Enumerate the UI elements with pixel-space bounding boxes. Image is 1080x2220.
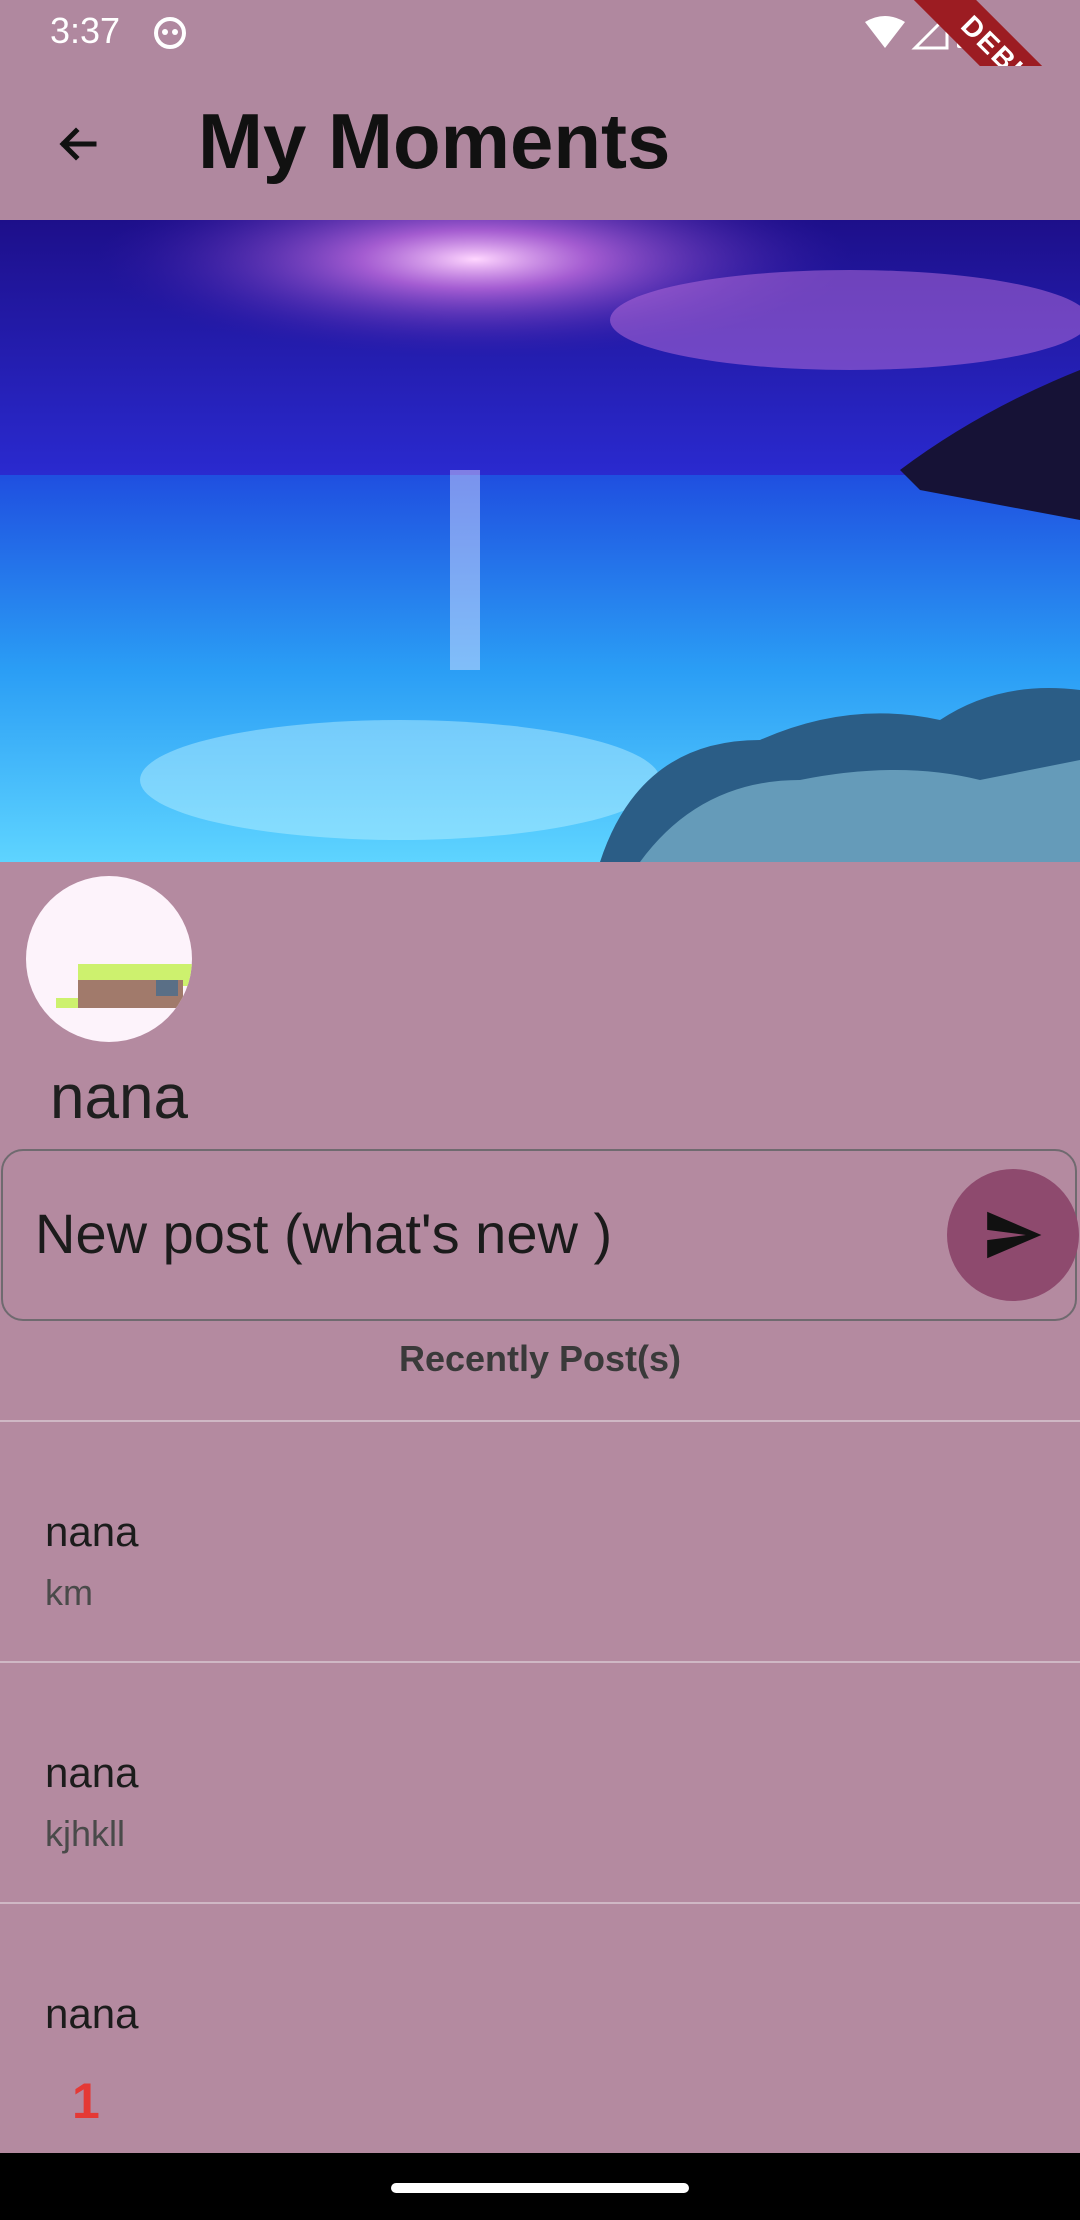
new-post-placeholder: New post (what's new ) bbox=[35, 1202, 613, 1265]
back-button[interactable] bbox=[48, 114, 108, 174]
system-nav-bar bbox=[0, 2153, 1080, 2220]
page-title: My Moments bbox=[198, 97, 671, 185]
post-body: kjhkll bbox=[45, 1813, 126, 1854]
post-author: nana bbox=[45, 1990, 139, 2037]
avatar[interactable] bbox=[26, 876, 192, 1042]
recent-posts-title: Recently Post(s) bbox=[398, 1338, 682, 1379]
username: nana bbox=[50, 1063, 188, 1132]
post-body: km bbox=[45, 1572, 93, 1613]
posts-list[interactable]: nana km nana kjhkll nana sfsfsdsdsd bbox=[0, 1420, 1080, 2043]
app-notification-icon bbox=[154, 17, 186, 49]
arrow-back-icon bbox=[59, 127, 97, 161]
send-button[interactable] bbox=[947, 1169, 1079, 1301]
post-author: nana bbox=[45, 1508, 139, 1555]
post-item[interactable]: nana sfsfsdsdsd bbox=[0, 1904, 1080, 2043]
send-icon bbox=[987, 1211, 1042, 1259]
new-post-input[interactable]: New post (what's new ) bbox=[1, 1149, 1077, 1321]
status-bar: 3:37 bbox=[0, 0, 1080, 66]
status-time: 3:37 bbox=[50, 10, 121, 51]
post-item[interactable]: nana kjhkll bbox=[0, 1663, 1080, 1903]
cover-image bbox=[0, 220, 1080, 862]
app-bar: My Moments bbox=[0, 66, 1080, 220]
wifi-icon bbox=[865, 16, 905, 48]
counter-label: 1 bbox=[72, 2073, 100, 2129]
post-item[interactable]: nana km bbox=[0, 1422, 1080, 1662]
avatar-image bbox=[56, 964, 192, 1008]
home-indicator[interactable] bbox=[391, 2183, 689, 2193]
post-author: nana bbox=[45, 1749, 139, 1796]
